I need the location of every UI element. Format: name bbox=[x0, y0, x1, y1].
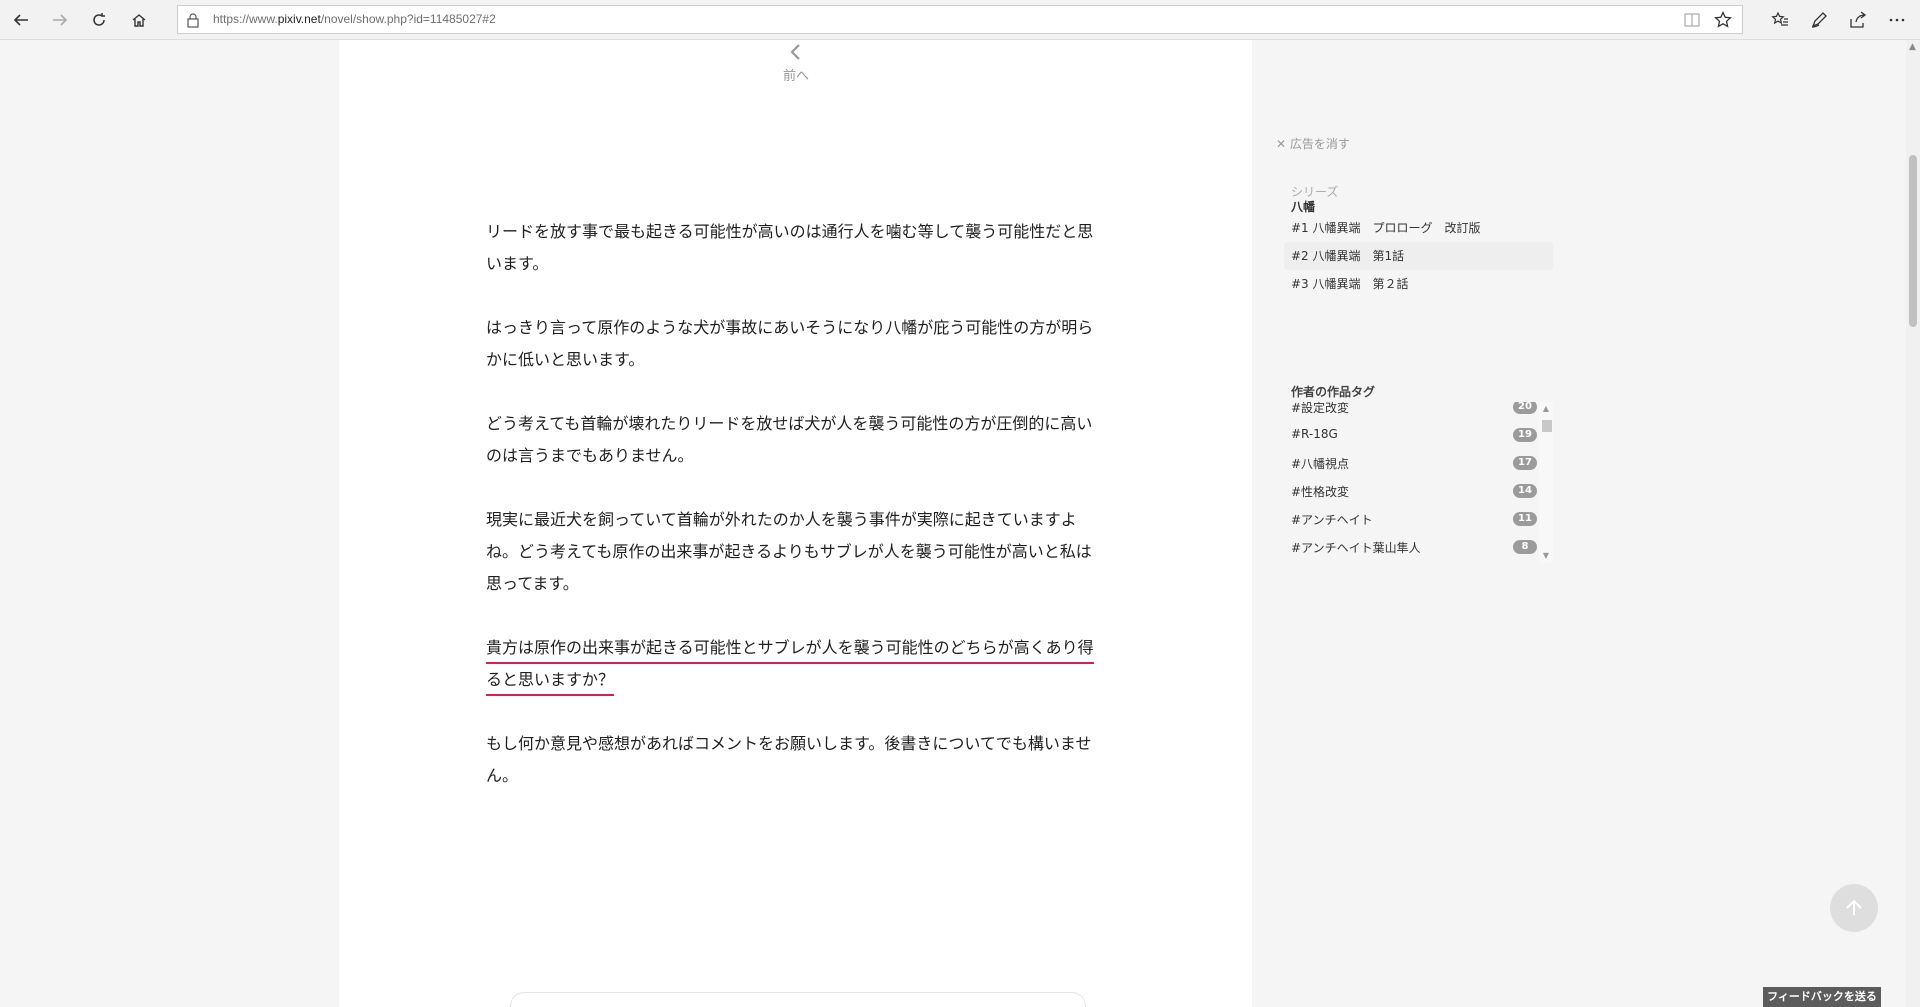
chevron-left-icon bbox=[790, 44, 800, 60]
tag-name: #性格改変 bbox=[1291, 485, 1350, 499]
hide-ad-link[interactable]: ✕ 広告を消す bbox=[1276, 135, 1350, 152]
tag-name: #アンチヘイト葉山隼人 bbox=[1291, 541, 1421, 555]
more-icon[interactable] bbox=[1883, 6, 1911, 34]
page-scrollbar[interactable]: ▲ bbox=[1906, 40, 1920, 1007]
tag-count-badge: 8 bbox=[1513, 540, 1537, 554]
tag-count-badge: 11 bbox=[1513, 512, 1537, 526]
tag-name: #アンチヘイト bbox=[1291, 513, 1373, 527]
series-list: #1 八幡異端 プロローグ 改訂版 #2 八幡異端 第1話 #3 八幡異端 第２… bbox=[1284, 214, 1553, 298]
back-icon[interactable] bbox=[7, 6, 35, 34]
scrollbar-thumb[interactable] bbox=[1909, 155, 1917, 327]
tag-name: #設定改変 bbox=[1291, 402, 1350, 415]
series-item[interactable]: #3 八幡異端 第２話 bbox=[1284, 270, 1553, 298]
novel-paragraph: 現実に最近犬を飼っていて首輪が外れたのか人を襲う事件が実際に起きていますよね。ど… bbox=[486, 510, 1092, 593]
tag-name: #八幡視点 bbox=[1291, 457, 1350, 471]
prev-page-label: 前へ bbox=[782, 69, 809, 84]
scrollbar-thumb[interactable] bbox=[1542, 420, 1552, 432]
page-viewport: 前へ リードを放す事で最も起きる可能性が高いのは通行人を噛む等して襲う可能性だと… bbox=[0, 40, 1906, 1007]
arrow-up-icon bbox=[1846, 899, 1862, 915]
scroll-down-icon[interactable]: ▼ bbox=[1541, 551, 1551, 561]
url-text[interactable]: https://www.pixiv.net/novel/show.php?id=… bbox=[213, 12, 496, 26]
favorite-star-icon[interactable] bbox=[1714, 11, 1732, 29]
novel-paragraph: リードを放す事で最も起きる可能性が高いのは通行人を噛む等して襲う可能性だと思いま… bbox=[486, 222, 1094, 273]
tag-item[interactable]: #設定改変 20 bbox=[1291, 402, 1537, 420]
back-to-top-button[interactable] bbox=[1830, 884, 1878, 932]
tag-count-badge: 20 bbox=[1513, 402, 1537, 414]
tag-item[interactable]: #八幡視点 17 bbox=[1291, 448, 1537, 476]
prev-page-link[interactable]: 前へ bbox=[742, 40, 850, 90]
tags-scrollbar[interactable]: ▲ ▼ bbox=[1539, 402, 1553, 563]
lock-icon bbox=[187, 13, 199, 28]
tag-list: #設定改変 20 #R-18G 19 #八幡視点 17 #性格改変 14 #アンチヘイト… bbox=[1291, 402, 1537, 560]
author-tags-title: 作者の作品タグ bbox=[1291, 385, 1376, 399]
tag-name: #R-18G bbox=[1291, 427, 1338, 441]
author-tags-box: #設定改変 20 #R-18G 19 #八幡視点 17 #性格改変 14 #アンチヘイト… bbox=[1291, 402, 1553, 563]
novel-paragraph: はっきり言って原作のような犬が事故にあいそうになり八幡が庇う可能性の方が明らかに… bbox=[486, 318, 1094, 369]
share-icon[interactable] bbox=[1844, 6, 1872, 34]
favorites-hub-icon[interactable] bbox=[1766, 6, 1794, 34]
scroll-up-icon[interactable]: ▲ bbox=[1909, 42, 1916, 52]
address-bar[interactable]: https://www.pixiv.net/novel/show.php?id=… bbox=[177, 5, 1743, 34]
tag-item[interactable]: #アンチヘイト 11 bbox=[1291, 504, 1537, 532]
browser-toolbar: https://www.pixiv.net/novel/show.php?id=… bbox=[0, 0, 1920, 40]
highlighted-text: 貴方は原作の出来事が起きる可能性とサブレが人を襲う可能性のどちらが高くあり得ると… bbox=[486, 638, 1094, 696]
series-item-current[interactable]: #2 八幡異端 第1話 bbox=[1284, 242, 1553, 270]
home-icon[interactable] bbox=[125, 6, 153, 34]
scroll-up-icon[interactable]: ▲ bbox=[1541, 404, 1551, 414]
comment-input-box[interactable] bbox=[510, 992, 1086, 1007]
series-name[interactable]: 八幡 bbox=[1291, 198, 1315, 215]
tag-item[interactable]: #R-18G 19 bbox=[1291, 420, 1537, 448]
tag-item[interactable]: #アンチヘイト葉山隼人 8 bbox=[1291, 532, 1537, 560]
novel-paragraph-highlighted: 貴方は原作の出来事が起きる可能性とサブレが人を襲う可能性のどちらが高くあり得ると… bbox=[486, 632, 1101, 696]
novel-text: リードを放す事で最も起きる可能性が高いのは通行人を噛む等して襲う可能性だと思いま… bbox=[486, 216, 1101, 824]
feedback-button[interactable]: フィードバックを送る bbox=[1763, 987, 1881, 1007]
novel-paragraph: もし何か意見や感想があればコメントをお願いします。後書きについてでも構いません。 bbox=[486, 734, 1092, 785]
tag-count-badge: 19 bbox=[1513, 428, 1537, 442]
forward-icon[interactable] bbox=[46, 6, 74, 34]
pen-icon[interactable] bbox=[1805, 6, 1833, 34]
refresh-icon[interactable] bbox=[85, 6, 113, 34]
tag-count-badge: 17 bbox=[1513, 456, 1537, 470]
tag-count-badge: 14 bbox=[1513, 484, 1537, 498]
reading-view-icon[interactable] bbox=[1684, 12, 1700, 28]
series-item[interactable]: #1 八幡異端 プロローグ 改訂版 bbox=[1284, 214, 1553, 242]
tag-item[interactable]: #性格改変 14 bbox=[1291, 476, 1537, 504]
novel-paragraph: どう考えても首輪が壊れたりリードを放せば犬が人を襲う可能性の方が圧倒的に高いのは… bbox=[486, 414, 1093, 465]
